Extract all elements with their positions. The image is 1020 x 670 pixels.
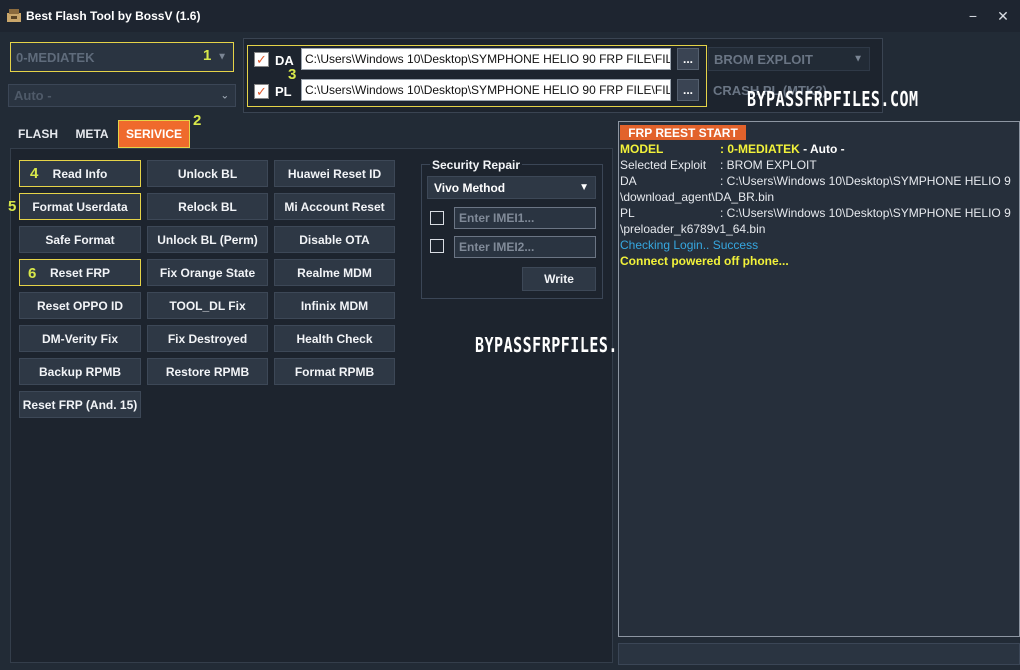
log-da-value: : C:\Users\Windows 10\Desktop\SYMPHONE H…: [720, 174, 1011, 188]
mode-value: Auto -: [14, 88, 52, 103]
write-button[interactable]: Write: [522, 267, 596, 291]
realme-mdm-button[interactable]: Realme MDM: [274, 259, 395, 286]
health-check-button[interactable]: Health Check: [274, 325, 395, 352]
status-bar: [618, 643, 1020, 665]
watermark-top: BYPASSFRPFILES.COM: [747, 87, 919, 112]
step-badge-2: 2: [193, 112, 202, 129]
mode-select[interactable]: Auto - ⌄: [8, 84, 236, 107]
fix-orange-state-button[interactable]: Fix Orange State: [147, 259, 268, 286]
step-badge-4: 4: [30, 165, 39, 182]
pl-browse-button[interactable]: ...: [677, 79, 699, 101]
app-icon: [7, 9, 21, 22]
minimize-icon[interactable]: −: [962, 6, 984, 26]
huawei-reset-id-button[interactable]: Huawei Reset ID: [274, 160, 395, 187]
log-checking: Checking Login.. Success: [620, 238, 759, 252]
tab-service[interactable]: SERIVICE: [118, 120, 190, 148]
log-pl-label: PL: [620, 206, 635, 220]
dm-verity-fix-button[interactable]: DM-Verity Fix: [19, 325, 141, 352]
pl-path-input[interactable]: C:\Users\Windows 10\Desktop\SYMPHONE HEL…: [301, 79, 671, 101]
unlock-bl-perm-button[interactable]: Unlock BL (Perm): [147, 226, 268, 253]
imei2-input[interactable]: Enter IMEI2...: [454, 236, 596, 258]
safe-format-button[interactable]: Safe Format: [19, 226, 141, 253]
chevron-down-icon: ▼: [853, 53, 863, 65]
mi-account-reset-button[interactable]: Mi Account Reset: [274, 193, 395, 220]
log-da-label: DA: [620, 174, 637, 188]
platform-value: 0-MEDIATEK: [16, 49, 95, 65]
log-model-label: MODEL: [620, 142, 664, 156]
imei2-checkbox[interactable]: [430, 239, 444, 253]
vivo-method-select[interactable]: Vivo Method ▼: [427, 176, 596, 199]
tool-dl-fix-button[interactable]: TOOL_DL Fix: [147, 292, 268, 319]
unlock-bl-button[interactable]: Unlock BL: [147, 160, 268, 187]
chevron-down-icon: ▼: [217, 51, 227, 63]
relock-bl-button[interactable]: Relock BL: [147, 193, 268, 220]
pl-checkbox[interactable]: ✓: [254, 84, 269, 99]
reset-oppo-id-button[interactable]: Reset OPPO ID: [19, 292, 141, 319]
tab-meta[interactable]: META: [70, 122, 114, 146]
log-connect: Connect powered off phone...: [620, 254, 789, 268]
restore-rpmb-button[interactable]: Restore RPMB: [147, 358, 268, 385]
security-repair-title: Security Repair: [430, 158, 523, 172]
log-pl-value: : C:\Users\Windows 10\Desktop\SYMPHONE H…: [720, 206, 1011, 220]
step-badge-1: 1: [203, 47, 212, 64]
caret-down-icon: ▼: [579, 182, 589, 193]
fix-destroyed-button[interactable]: Fix Destroyed: [147, 325, 268, 352]
imei1-input[interactable]: Enter IMEI1...: [454, 207, 596, 229]
da-browse-button[interactable]: ...: [677, 48, 699, 70]
log-model-suffix: - Auto -: [799, 142, 845, 156]
step-badge-5: 5: [8, 198, 17, 215]
reset-frp-and15-button[interactable]: Reset FRP (And. 15): [19, 391, 141, 418]
window-title: Best Flash Tool by BossV (1.6): [26, 9, 201, 23]
platform-select[interactable]: 0-MEDIATEK ▼: [10, 42, 234, 72]
exploit-select[interactable]: BROM EXPLOIT ▼: [708, 47, 870, 71]
vivo-method-value: Vivo Method: [434, 180, 506, 195]
imei1-checkbox[interactable]: [430, 211, 444, 225]
exploit-value: BROM EXPLOIT: [714, 51, 813, 67]
log-pl-cont: \preloader_k6789v1_64.bin: [620, 222, 766, 236]
reset-frp-button[interactable]: Reset FRP: [19, 259, 141, 286]
infinix-mdm-button[interactable]: Infinix MDM: [274, 292, 395, 319]
tab-flash[interactable]: FLASH: [14, 122, 62, 146]
log-exploit-label: Selected Exploit: [620, 158, 707, 172]
pl-label: PL: [275, 84, 292, 99]
disable-ota-button[interactable]: Disable OTA: [274, 226, 395, 253]
log-exploit-value: : BROM EXPLOIT: [720, 158, 817, 172]
close-icon[interactable]: ✕: [992, 6, 1014, 26]
log-model-value: : 0-MEDIATEK: [720, 142, 800, 156]
chevron-down-icon: ⌄: [220, 90, 229, 101]
log-da-cont: \download_agent\DA_BR.bin: [620, 190, 775, 204]
format-userdata-button[interactable]: Format Userdata: [19, 193, 141, 220]
backup-rpmb-button[interactable]: Backup RPMB: [19, 358, 141, 385]
log-model-value-line: : 0-MEDIATEK - Auto -: [720, 142, 845, 156]
da-checkbox[interactable]: ✓: [254, 52, 269, 67]
log-header: FRP REEST START: [620, 125, 746, 140]
da-path-input[interactable]: C:\Users\Windows 10\Desktop\SYMPHONE HEL…: [301, 48, 671, 70]
step-badge-3: 3: [288, 66, 297, 83]
step-badge-6: 6: [28, 265, 37, 282]
format-rpmb-button[interactable]: Format RPMB: [274, 358, 395, 385]
